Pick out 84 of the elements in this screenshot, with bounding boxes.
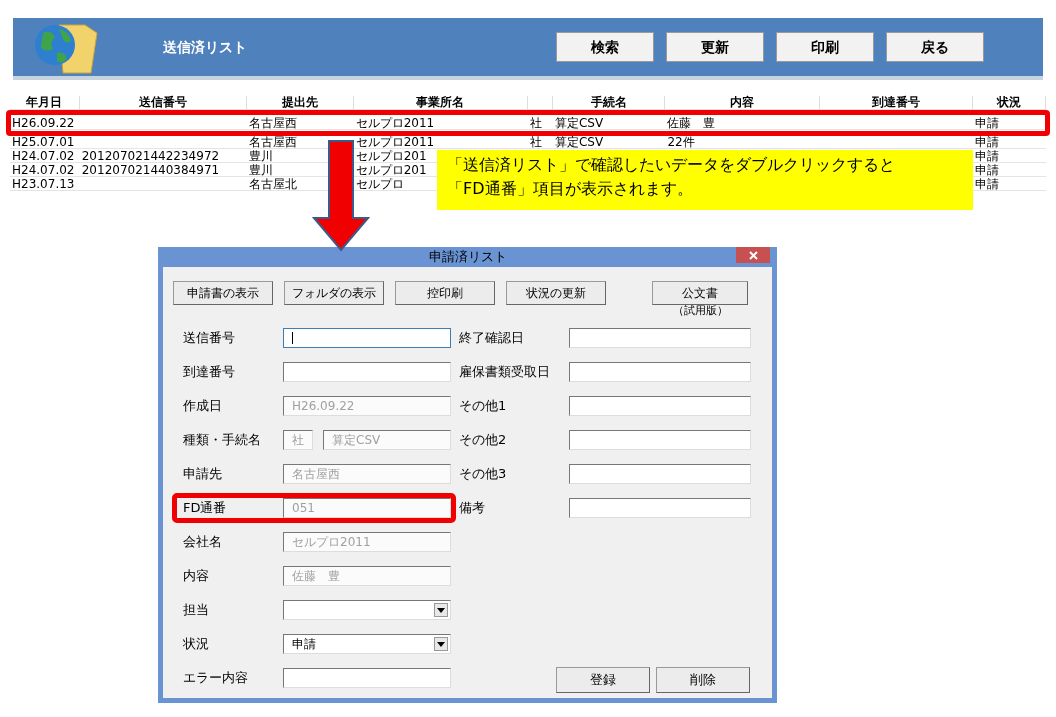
dialog-button[interactable]: 状況の更新 [506, 281, 606, 305]
callout-tooltip: 「送信済リスト」で確認したいデータをダブルクリックすると 「FD通番」項目が表示されます。 [437, 150, 973, 210]
table-cell: 申請 [975, 134, 1000, 149]
dialog-button[interactable]: フォルダの表示 [284, 281, 384, 305]
column-header: 年月日 [26, 95, 63, 109]
field-label: その他2 [459, 431, 508, 450]
field-label: 種類・手続名 [183, 431, 262, 450]
table-cell: 名古屋西 [249, 115, 298, 130]
table-cell: 佐藤 豊 [667, 115, 716, 130]
field-label: 作成日 [183, 397, 223, 416]
table-cell: 201207021440384971 [81, 162, 220, 177]
table-cell: 名古屋西 [249, 134, 298, 149]
table-cell: 申請 [975, 162, 1000, 177]
table-cell: 申請 [975, 115, 1000, 130]
column-header: 送信番号 [138, 95, 187, 109]
close-icon [748, 250, 758, 260]
dialog-title: 申請済リスト [428, 248, 507, 267]
field-label: その他1 [459, 397, 508, 416]
dialog-button[interactable]: 控印刷 [395, 281, 495, 305]
dialog-button[interactable]: 削除 [656, 667, 750, 693]
toolbar-button[interactable]: 更新 [666, 32, 764, 62]
close-button[interactable] [736, 247, 770, 263]
table-cell: H24.07.02 [12, 148, 75, 163]
toolbar-button[interactable]: 検索 [556, 32, 654, 62]
table-cell: 201207021442234972 [81, 148, 220, 163]
input-field[interactable] [569, 328, 751, 348]
field-label: 終了確認日 [459, 329, 525, 348]
column-header: 手続名 [590, 95, 627, 109]
table-cell: セルプロ2011 [355, 115, 435, 130]
dialog-button[interactable]: 登録 [556, 667, 650, 693]
table-cell: 社 [530, 134, 542, 149]
table-cell: セルプロ201 [355, 162, 427, 177]
input-field[interactable] [569, 396, 751, 416]
field-label: 雇保書類受取日 [459, 363, 551, 382]
input-field[interactable] [569, 498, 751, 518]
window-title: 送信済リスト [163, 37, 248, 57]
table-cell: 申請 [975, 148, 1000, 163]
table-cell: 算定CSV [554, 134, 604, 149]
input-field[interactable] [569, 430, 751, 450]
trial-version-note: （試用版） [672, 305, 728, 317]
input-field[interactable] [569, 362, 751, 382]
toolbar-button[interactable]: 印刷 [776, 32, 874, 62]
input-field[interactable] [569, 464, 751, 484]
table-cell: 申請 [975, 176, 1000, 191]
field-label: 状況 [183, 635, 210, 654]
field-label: 到達番号 [183, 363, 236, 382]
table-cell: 豊川 [249, 148, 274, 163]
text-cursor [292, 332, 293, 344]
column-header: 到達番号 [872, 95, 921, 109]
column-header: 提出先 [281, 95, 318, 109]
table-cell: 社 [530, 115, 542, 130]
table-cell: セルプロ [355, 176, 404, 191]
down-arrow-icon [312, 140, 370, 252]
table-row[interactable]: H26.09.22 名古屋西 セルプロ2011 社 算定CSV 佐藤 豊 申請 [10, 116, 1046, 130]
input-field[interactable] [283, 668, 451, 688]
dialog-button[interactable]: 公文書 [652, 281, 748, 305]
table-cell: 豊川 [249, 162, 274, 177]
table-cell: H26.09.22 [12, 115, 75, 130]
table-cell: セルプロ201 [355, 148, 427, 163]
field-label: 内容 [183, 567, 210, 586]
field-label: 申請先 [183, 465, 223, 484]
column-header: 内容 [730, 95, 755, 109]
table-cell: 22件 [667, 134, 695, 149]
table-cell: H25.07.01 [12, 134, 75, 149]
field-label: その他3 [459, 465, 508, 484]
input-field[interactable] [283, 362, 451, 382]
dropdown-field[interactable]: 申請 [283, 634, 451, 654]
field-label: 備考 [459, 499, 486, 518]
table-cell: H24.07.02 [12, 162, 75, 177]
field-label: 送信番号 [183, 329, 236, 348]
field-label: 会社名 [183, 533, 223, 552]
input-field[interactable] [283, 328, 451, 348]
field-label: 担当 [183, 601, 210, 620]
column-header: 事業所名 [416, 95, 465, 109]
dialog-button[interactable]: 申請書の表示 [173, 281, 273, 305]
column-header: 状況 [997, 95, 1022, 109]
field-label: エラー内容 [183, 669, 249, 688]
field-label: FD通番 [183, 499, 228, 518]
table-cell: セルプロ2011 [355, 134, 435, 149]
toolbar-button[interactable]: 戻る [886, 32, 984, 62]
table-cell: H23.07.13 [12, 176, 75, 191]
dropdown-field[interactable] [283, 600, 451, 620]
table-cell: 算定CSV [554, 115, 604, 130]
table-cell: 名古屋北 [249, 176, 298, 191]
